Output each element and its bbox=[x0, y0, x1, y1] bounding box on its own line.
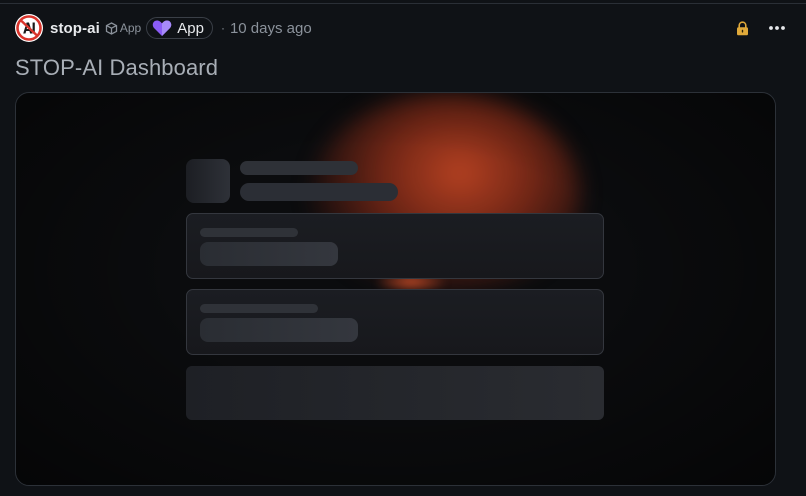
skeleton-card bbox=[186, 213, 604, 279]
skeleton-subtitle-line bbox=[240, 183, 398, 201]
post-view: stop-ai App App · 10 days ago STOP-AI Da… bbox=[0, 0, 806, 496]
top-divider bbox=[0, 0, 806, 4]
separator: · bbox=[220, 21, 225, 35]
skeleton-card-label bbox=[200, 228, 298, 237]
skeleton-card bbox=[186, 289, 604, 355]
app-badge-label: App bbox=[119, 21, 142, 35]
lock-icon[interactable] bbox=[735, 20, 749, 36]
skeleton-card-value bbox=[200, 242, 338, 266]
app-preview-thumbnail[interactable] bbox=[15, 92, 776, 486]
author-name[interactable]: stop-ai bbox=[50, 20, 100, 37]
heart-app-icon bbox=[153, 20, 172, 36]
timestamp[interactable]: 10 days ago bbox=[230, 20, 312, 37]
stop-ai-logo-icon bbox=[16, 15, 42, 41]
app-pill-label: App bbox=[177, 19, 204, 37]
app-pill[interactable]: App bbox=[146, 17, 213, 39]
post-header: stop-ai App App · 10 days ago bbox=[15, 13, 791, 43]
skeleton-button bbox=[186, 366, 604, 420]
author-avatar[interactable] bbox=[15, 14, 43, 42]
skeleton-card-label bbox=[200, 304, 318, 313]
more-horizontal-icon[interactable] bbox=[767, 18, 787, 38]
skeleton-card-value bbox=[200, 318, 358, 342]
skeleton-title-line bbox=[240, 161, 358, 175]
cube-icon bbox=[105, 21, 118, 35]
app-badge: App bbox=[105, 21, 141, 35]
post-title[interactable]: STOP-AI Dashboard bbox=[15, 55, 218, 81]
skeleton-avatar bbox=[186, 159, 230, 203]
